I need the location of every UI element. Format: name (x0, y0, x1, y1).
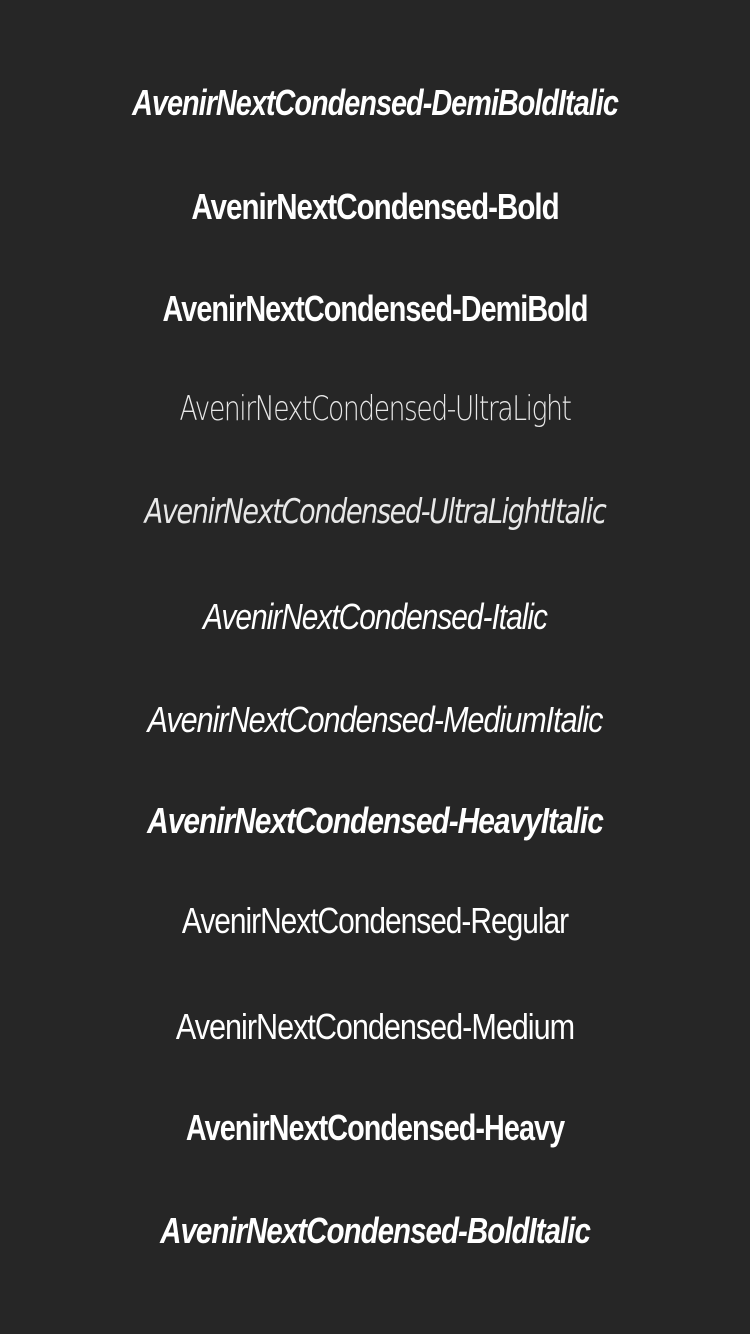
font-sample-demibold-italic: AvenirNextCondensed-DemiBoldItalic (132, 82, 619, 123)
font-sample-demibold: AvenirNextCondensed-DemiBold (162, 288, 589, 329)
font-sample-bold-italic: AvenirNextCondensed-BoldItalic (160, 1210, 591, 1251)
font-sample-ultralight: AvenirNextCondensed-UltraLight (179, 389, 572, 429)
font-sample-regular: AvenirNextCondensed-Regular (181, 900, 569, 941)
font-sample-bold: AvenirNextCondensed-Bold (191, 186, 559, 227)
font-sample-italic: AvenirNextCondensed-Italic (203, 596, 548, 637)
font-sample-medium-italic: AvenirNextCondensed-MediumItalic (147, 699, 604, 740)
font-sample-heavy: AvenirNextCondensed-Heavy (185, 1107, 565, 1148)
font-sample-medium: AvenirNextCondensed-Medium (175, 1006, 575, 1047)
font-sample-ultralight-italic: AvenirNextCondensed-UltraLightItalic (144, 492, 607, 532)
font-sample-heavy-italic: AvenirNextCondensed-HeavyItalic (147, 800, 604, 841)
font-list: AvenirNextCondensed-DemiBoldItalic Aveni… (0, 0, 750, 1334)
